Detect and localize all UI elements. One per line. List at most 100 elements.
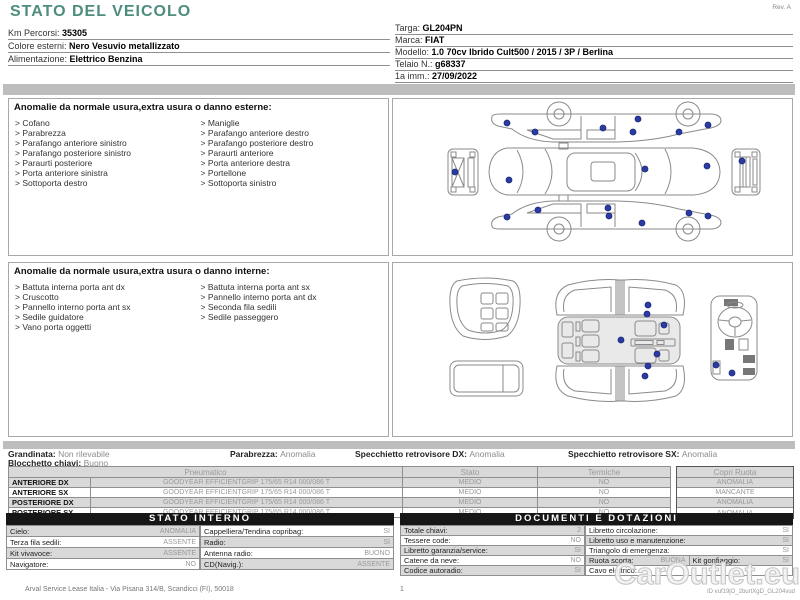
damage-dot: [641, 372, 649, 380]
field-value: ANOMALIA: [159, 527, 196, 535]
internal-anomalies-col2: Battuta interna porta ant sxPannello int…: [201, 282, 387, 332]
kv-row: Totale chiavi: 2: [401, 526, 585, 536]
damage-dot: [534, 206, 542, 214]
info-value: g68337: [435, 59, 466, 69]
tyre-position: ANTERIORE DX: [9, 478, 91, 488]
damage-dot: [728, 369, 736, 377]
footer-company: Arval Service Lease Italia - Via Pisana …: [25, 586, 234, 593]
anomaly-item: Battuta interna porta ant dx: [15, 282, 201, 292]
damage-dot: [704, 121, 712, 129]
status-line-1: Grandinata: Non rilevabile Parabrezza: An…: [8, 449, 794, 459]
internal-anomalies-list: Battuta interna porta ant dxCruscottoPan…: [15, 282, 386, 332]
info-label: Km Percorsi:: [8, 28, 63, 38]
tyre-position: ANTERIORE SX: [9, 488, 91, 498]
field-value: 2: [577, 527, 581, 534]
footer-page-number: 1: [400, 586, 404, 593]
field-label: Totale chiavi:: [404, 526, 448, 535]
tyre-cover-table: Copri RuotaANOMALIAMANCANTEANOMALIAANOMA…: [676, 466, 794, 519]
kv-row: Triangolo di emergenza: SI: [586, 546, 793, 556]
damage-dot: [599, 124, 607, 132]
kv-row: Terza fila sedili: ASSENTE: [7, 537, 200, 548]
kv-cell: Catene da neve: NO: [401, 556, 584, 565]
internal-diagram-panel: [392, 262, 793, 437]
stato-interno-left-column: Cielo: ANOMALIA Terza fila sedili: ASSENTE K…: [6, 525, 200, 570]
internal-anomalies-col1: Battuta interna porta ant dxCruscottoPan…: [15, 282, 201, 332]
field-value: ASSENTE: [357, 560, 390, 568]
info-value: Elettrico Benzina: [69, 54, 143, 64]
tyre-copri-ruota: ANOMALIA: [677, 498, 793, 508]
kv-row: Radio: SI: [201, 537, 394, 548]
damage-dot: [503, 119, 511, 127]
field-label: Antenna radio:: [204, 548, 253, 558]
info-label: Targa:: [395, 23, 423, 33]
divider-bar-bottom: [3, 441, 795, 449]
external-anomalies-title: Anomalie da normale usura,extra usura o …: [14, 102, 272, 113]
watermark: CarOutlet.eu: [613, 555, 800, 591]
damage-dot: [644, 301, 652, 309]
field-label: Cappelliera/Tendina copribag:: [204, 526, 304, 536]
field-value: SI: [383, 527, 390, 535]
damage-dot: [653, 350, 661, 358]
anomaly-item: Parafango anteriore sinistro: [15, 138, 201, 148]
kv-row: Tessere code: NO: [401, 536, 585, 546]
anomaly-item: Paraurti posteriore: [15, 158, 201, 168]
damage-dot: [660, 321, 668, 329]
info-row: Telaio N.: g68337: [395, 59, 793, 71]
kv-row: Cappelliera/Tendina copribag: SI: [201, 526, 394, 537]
kv-cell: Radio: SI: [201, 537, 393, 547]
anomaly-item: Cruscotto: [15, 292, 201, 302]
kv-cell: Tessere code: NO: [401, 536, 584, 545]
kv-row: Catene da neve: NO: [401, 556, 585, 566]
field-value: SI: [574, 547, 581, 554]
kv-row: Libretto uso e manutenzione: SI: [586, 536, 793, 546]
anomaly-item: Parafango anteriore destro: [201, 128, 387, 138]
damage-dot: [505, 176, 513, 184]
tyre-position: POSTERIORE DX: [9, 498, 91, 508]
info-value: GL204PN: [422, 23, 463, 33]
field-value: SI: [574, 567, 581, 574]
kv-cell: Navigatore: NO: [7, 559, 199, 569]
info-row: Marca: FIAT: [395, 35, 793, 47]
damage-dot: [617, 336, 625, 344]
damage-dot: [644, 362, 652, 370]
anomaly-item: Vano porta oggetti: [15, 322, 201, 332]
field-label: Libretto garanzia/service:: [404, 546, 488, 555]
anomaly-item: Pannello interno porta ant dx: [201, 292, 387, 302]
anomaly-item: Porta anteriore destra: [201, 158, 387, 168]
damage-dot: [738, 157, 746, 165]
field-label: Libretto circolazione:: [589, 526, 658, 535]
field-label: Codice autoradio:: [404, 566, 463, 575]
damage-dot: [531, 128, 539, 136]
field-label: Navigatore:: [10, 559, 49, 569]
exterior-damage-dots: [451, 115, 746, 227]
info-label: Colore esterni:: [8, 41, 70, 51]
damage-dot: [704, 212, 712, 220]
tyre-header-termiche: Termiche: [538, 467, 671, 478]
field-value: ASSENTE: [163, 538, 196, 546]
info-label: Marca:: [395, 35, 426, 45]
tyre-table: Pneumatico Stato Termiche ANTERIORE DX GOODY…: [8, 466, 671, 518]
stato-interno-header: STATO INTERNO: [6, 513, 394, 525]
damage-dot: [675, 128, 683, 136]
damage-dot: [641, 165, 649, 173]
anomaly-item: Paraurti anteriore: [201, 148, 387, 158]
kv-row: Codice autoradio: SI: [401, 566, 585, 576]
field-value: SI: [782, 527, 789, 534]
documenti-left-column: Totale chiavi: 2 Tessere code: NO Libretto g…: [400, 525, 585, 576]
anomaly-item: Parabrezza: [15, 128, 201, 138]
tyre-header-copri-ruota: Copri Ruota: [677, 467, 793, 478]
info-value: 27/09/2022: [432, 71, 478, 81]
info-value: FIAT: [425, 35, 445, 45]
kv-row: Libretto circolazione: SI: [586, 526, 793, 536]
tyre-termiche: NO: [538, 498, 671, 508]
anomaly-item: Pannello interno porta ant sx: [15, 302, 201, 312]
info-value: 1.0 70cv Ibrido Cult500 / 2015 / 3P / Be…: [431, 47, 613, 57]
anomaly-item: Portellone: [201, 168, 387, 178]
exterior-damage-diagram: [447, 101, 761, 242]
damage-dot: [604, 204, 612, 212]
anomaly-item: Sedile guidatore: [15, 312, 201, 322]
field-label: Terza fila sedili:: [10, 537, 62, 547]
info-label: Telaio N.:: [395, 59, 436, 69]
info-row: 1a imm.: 27/09/2022: [395, 71, 793, 83]
field-label: Triangolo di emergenza:: [589, 546, 670, 555]
